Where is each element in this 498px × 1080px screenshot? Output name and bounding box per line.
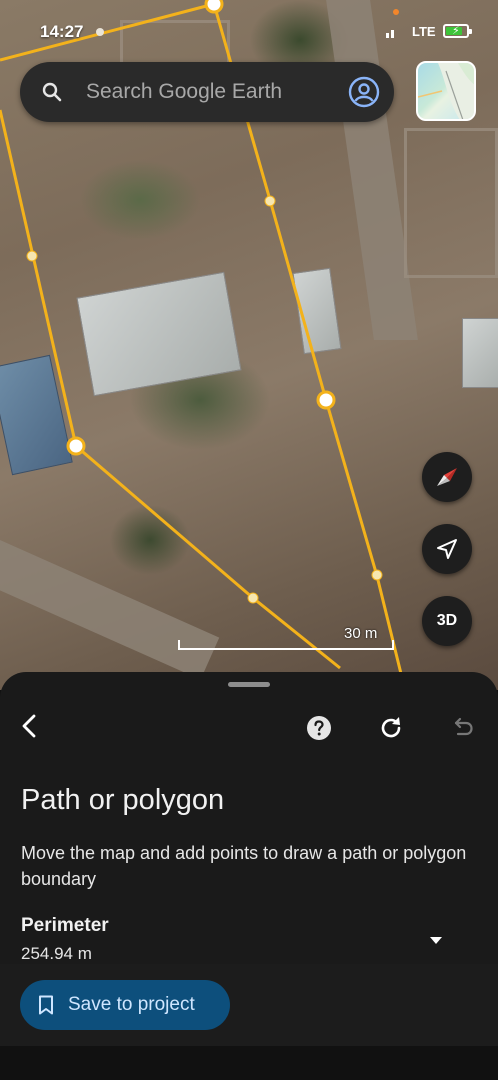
search-icon[interactable] [40, 80, 64, 104]
polygon-midpoint[interactable] [264, 195, 276, 207]
polygon-midpoint[interactable] [371, 569, 383, 581]
save-to-project-label: Save to project [68, 994, 195, 1015]
drawing-panel: Path or polygon Move the map and add poi… [0, 672, 498, 1080]
status-bar: 14:27 LTE ⚡ [0, 0, 498, 58]
save-to-project-button[interactable]: Save to project [20, 980, 230, 1030]
account-icon[interactable] [348, 76, 380, 108]
battery-icon: ⚡ [443, 24, 472, 38]
redo-icon[interactable] [377, 714, 405, 742]
polygon-midpoint[interactable] [26, 250, 38, 262]
view-3d-label: 3D [436, 612, 458, 629]
polygon-vertex[interactable] [316, 390, 336, 410]
signal-icon [386, 28, 394, 38]
privacy-indicator [393, 9, 399, 15]
compass-button[interactable] [422, 452, 472, 502]
chevron-down-icon[interactable] [426, 930, 446, 950]
my-location-icon [437, 539, 457, 559]
compass-icon [437, 468, 457, 486]
scale-bar [178, 640, 394, 650]
map-thumbnail-icon [418, 63, 474, 119]
search-bar[interactable] [20, 62, 394, 122]
view-3d-button[interactable]: 3D [422, 596, 472, 646]
panel-description: Move the map and add points to draw a pa… [21, 843, 467, 889]
status-time: 14:27 [40, 22, 84, 41]
polygon-midpoint[interactable] [247, 592, 259, 604]
panel-title: Path or polygon [21, 784, 225, 816]
perimeter-label: Perimeter [21, 915, 109, 936]
drag-handle[interactable] [228, 682, 270, 687]
undo-icon[interactable] [448, 714, 476, 742]
panel-footer: Save to project [0, 964, 498, 1080]
network-type: LTE [412, 24, 436, 39]
status-dot [96, 28, 104, 36]
map-layers-button[interactable] [416, 61, 476, 121]
my-location-button[interactable] [422, 524, 472, 574]
search-input[interactable] [86, 62, 336, 122]
back-icon[interactable] [14, 710, 46, 742]
bookmark-icon [39, 995, 53, 1015]
polygon-outline [0, 109, 341, 670]
system-nav-area [0, 1046, 498, 1080]
perimeter-value: 254.94 m [21, 944, 92, 963]
help-icon[interactable] [305, 714, 333, 742]
polygon-vertex[interactable] [66, 436, 86, 456]
